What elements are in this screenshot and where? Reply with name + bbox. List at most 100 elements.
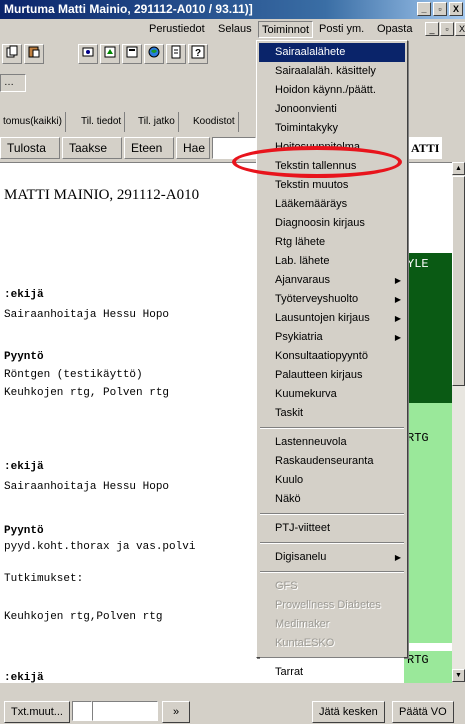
menu-item[interactable]: Kuulo [259, 471, 405, 490]
tab-tomus-kaikki[interactable]: tomus(kaikki) [0, 112, 66, 132]
menu-posti[interactable]: Posti ym. [316, 19, 367, 40]
menu-item[interactable]: Lausuntojen kirjaus ▶ [259, 309, 405, 328]
menu-item[interactable]: Lab. lähete [259, 252, 405, 271]
menu-separator [260, 657, 404, 659]
tab-koodistot[interactable]: Koodistot [190, 112, 239, 132]
mdi-restore-button[interactable]: ▫ [440, 22, 454, 36]
scroll-down-button[interactable]: ▼ [452, 669, 465, 682]
menu-item-label: Kuulo [275, 474, 304, 486]
menu-item[interactable]: Taskit [259, 404, 405, 423]
forward-button[interactable]: Eteen [124, 137, 174, 159]
status-column-rtg-1: RTG [404, 403, 452, 643]
menu-item[interactable]: Näkö [259, 490, 405, 509]
menu-item[interactable]: PTJ-viitteet [259, 519, 405, 538]
column-label-rtg-2: RTG [407, 653, 429, 667]
menu-item-label: Taskit [275, 407, 304, 419]
menu-item-label: Työterveyshuolto [275, 293, 359, 305]
menu-opasta[interactable]: Opasta [374, 19, 415, 40]
menu-item: GFS [259, 577, 405, 596]
menu-separator [260, 571, 404, 573]
menu-item[interactable]: Konsultaatiopyyntö [259, 347, 405, 366]
doc-line: Pyyntö [4, 351, 44, 363]
menu-item[interactable]: Lääkemääräys [259, 195, 405, 214]
restore-button[interactable]: ▫ [433, 2, 447, 16]
menu-item-label: Toimintakyky [275, 122, 338, 134]
txt-muut-button[interactable]: Txt.muut... [4, 701, 70, 723]
menu-item-label: Sairaalalähete [275, 46, 346, 58]
scroll-up-button[interactable]: ▲ [452, 162, 465, 175]
patient-name-tail: ATTI [408, 137, 443, 159]
menu-item[interactable]: Rtg lähete [259, 233, 405, 252]
close-button[interactable]: X [449, 2, 463, 16]
back-button[interactable]: Taakse [62, 137, 122, 159]
menu-item[interactable]: Psykiatria ▶ [259, 328, 405, 347]
menu-item[interactable]: Jonoonvienti [259, 100, 405, 119]
menu-item[interactable]: Hoidon käynn./päätt. [259, 81, 405, 100]
minimize-button[interactable]: _ [417, 2, 431, 16]
menu-item-label: PTJ-viitteet [275, 522, 331, 534]
menu-item[interactable]: Palautteen kirjaus [259, 366, 405, 385]
menu-item-label: Konsultaatiopyyntö [275, 350, 368, 362]
menu-item-label: Palautteen kirjaus [275, 369, 363, 381]
doc-line: Tutkimukset: [4, 573, 84, 585]
patient-heading: MATTI MAINIO, 291112-A010 [4, 187, 200, 203]
status-column-rtg-2: RTG [404, 651, 452, 683]
toolbar-field[interactable]: … [0, 74, 26, 92]
selection-combo[interactable] [92, 701, 158, 721]
tool-icon-2[interactable] [100, 44, 120, 64]
doc-line: :ekijä [4, 461, 44, 473]
menu-item[interactable]: Tekstin muutos [259, 176, 405, 195]
forward-nav-button[interactable]: » [162, 701, 190, 723]
submenu-arrow-icon: ▶ [394, 553, 401, 562]
print-button[interactable]: Tulosta [0, 137, 60, 159]
menu-item[interactable]: Digisanelu ▶ [259, 548, 405, 567]
menu-item[interactable]: Diagnoosin kirjaus [259, 214, 405, 233]
globe-icon[interactable] [144, 44, 164, 64]
menu-item[interactable]: Kuumekurva [259, 385, 405, 404]
paste-icon[interactable] [24, 44, 44, 64]
menu-item[interactable]: Sairaalalähete [259, 43, 405, 62]
search-button[interactable]: Hae [176, 137, 210, 159]
column-label-rtg-1: RTG [407, 431, 429, 445]
doc-line: Keuhkojen rtg, Polven rtg [4, 387, 170, 399]
doc-line: :ekijä [4, 672, 44, 683]
leave-unfinished-button[interactable]: Jätä kesken [312, 701, 385, 723]
mdi-close-button[interactable]: X [455, 22, 465, 36]
tab-til-jatko[interactable]: Til. jatko [135, 112, 179, 132]
menu-item: Prowellness Diabetes [259, 596, 405, 615]
document-icon[interactable] [166, 44, 186, 64]
menu-item-label: Sairaalaläh. käsittely [275, 65, 376, 77]
copy-icon[interactable] [2, 44, 22, 64]
svg-text:?: ? [195, 48, 201, 59]
menu-separator [260, 513, 404, 515]
spin-control[interactable] [72, 701, 92, 721]
menu-item[interactable]: Työterveyshuolto ▶ [259, 290, 405, 309]
help-icon[interactable]: ? [188, 44, 208, 64]
menu-item[interactable]: Ajanvaraus ▶ [259, 271, 405, 290]
menu-item[interactable]: Sairaalaläh. käsittely [259, 62, 405, 81]
doc-line: Sairaanhoitaja Hessu Hopo [4, 481, 170, 493]
menu-separator [260, 542, 404, 544]
tab-til-tiedot[interactable]: Til. tiedot [78, 112, 126, 132]
menu-item[interactable]: Lastenneuvola [259, 433, 405, 452]
menubar: Perustiedot Selaus Toiminnot Posti ym. O… [0, 19, 465, 40]
menu-item[interactable]: Tarrat [259, 663, 405, 682]
menu-item-label: Lastenneuvola [275, 436, 347, 448]
doc-line: :ekijä [4, 289, 44, 301]
submenu-arrow-icon: ▶ [394, 295, 401, 304]
menu-item-label: Diagnoosin kirjaus [275, 217, 365, 229]
menu-toiminnot[interactable]: Toiminnot [258, 21, 314, 38]
tool-icon-1[interactable] [78, 44, 98, 64]
menu-selaus[interactable]: Selaus [215, 19, 255, 40]
doc-line: Keuhkojen rtg,Polven rtg [4, 611, 163, 623]
end-visit-button[interactable]: Päätä VO [392, 701, 454, 723]
menu-perustiedot[interactable]: Perustiedot [146, 19, 208, 40]
menu-item[interactable]: Toimintakyky [259, 119, 405, 138]
menu-item[interactable]: Raskaudenseuranta [259, 452, 405, 471]
menu-item-label: Prowellness Diabetes [275, 599, 381, 611]
bottom-bar: Txt.muut... » Jätä kesken Päätä VO [0, 698, 465, 724]
tool-icon-3[interactable] [122, 44, 142, 64]
mdi-minimize-button[interactable]: _ [425, 22, 439, 36]
scroll-thumb[interactable] [452, 176, 465, 386]
vertical-scrollbar[interactable]: ▲ ▼ [452, 162, 465, 682]
